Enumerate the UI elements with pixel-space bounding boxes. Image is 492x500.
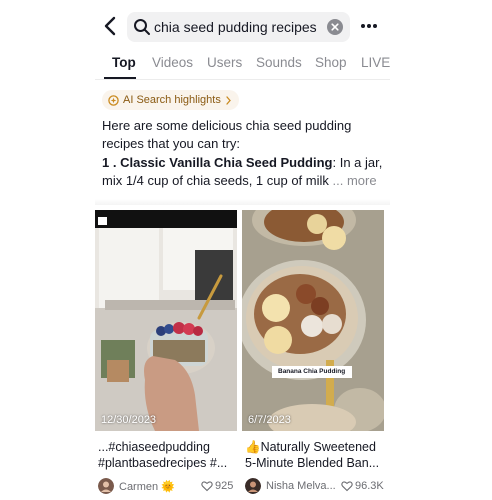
search-tabs: Top Videos Users Sounds Shop LIVE bbox=[0, 50, 492, 80]
caption-line: ...#chiaseedpudding bbox=[98, 440, 210, 454]
author-name[interactable]: Carmen 🌞 bbox=[119, 480, 175, 493]
like-count: 925 bbox=[215, 480, 234, 492]
caption-text: Naturally Sweetened bbox=[260, 440, 376, 454]
like-count: 96.3K bbox=[355, 480, 384, 492]
tab-top[interactable]: Top bbox=[112, 55, 136, 70]
avatar[interactable] bbox=[245, 478, 261, 494]
chevron-right-icon bbox=[226, 95, 231, 105]
close-icon bbox=[331, 23, 339, 31]
sun-emoji: 🌞 bbox=[161, 481, 175, 493]
author-name[interactable]: Nisha Melva... bbox=[266, 480, 336, 492]
author-row[interactable]: Nisha Melva... 96.3K bbox=[245, 478, 385, 496]
tab-live[interactable]: LIVE bbox=[361, 55, 390, 70]
tab-videos[interactable]: Videos bbox=[152, 55, 193, 70]
post-date: 12/30/2023 bbox=[101, 414, 157, 426]
back-button[interactable] bbox=[100, 14, 122, 38]
tab-users[interactable]: Users bbox=[207, 55, 242, 70]
search-header: chia seed pudding recipes bbox=[0, 0, 492, 50]
clear-search-button[interactable] bbox=[327, 19, 343, 35]
see-more-link[interactable]: ... more bbox=[333, 173, 377, 188]
tabs-divider bbox=[95, 79, 390, 80]
list-item-title: Classic Vanilla Chia Seed Pudding bbox=[120, 155, 333, 170]
more-horizontal-icon bbox=[361, 24, 377, 28]
ai-badge-label: AI Search highlights bbox=[123, 94, 221, 106]
caption-line: #plantbasedrecipes #... bbox=[98, 456, 228, 470]
chevron-left-icon bbox=[104, 16, 116, 36]
post-date: 6/7/2023 bbox=[248, 414, 291, 426]
avatar[interactable] bbox=[98, 478, 114, 494]
thumbs-up-emoji: 👍 bbox=[245, 440, 261, 454]
ai-recipe-list: 1 . Classic Vanilla Chia Seed Pudding: I… bbox=[102, 154, 387, 190]
caption-line: 5-Minute Blended Ban... bbox=[245, 456, 380, 470]
search-query[interactable]: chia seed pudding recipes bbox=[154, 19, 317, 35]
section-divider bbox=[95, 199, 390, 205]
ai-search-highlights-badge[interactable]: AI Search highlights bbox=[102, 90, 239, 110]
tab-sounds[interactable]: Sounds bbox=[256, 55, 302, 70]
video-caption: ...#chiaseedpudding #plantbasedrecipes #… bbox=[98, 439, 238, 471]
author-name-text: Carmen bbox=[119, 481, 159, 493]
list-item: 1 . Classic Vanilla Chia Seed Pudding: I… bbox=[102, 154, 387, 190]
ai-intro-text: Here are some delicious chia seed puddin… bbox=[102, 118, 352, 151]
heart-icon bbox=[341, 481, 353, 492]
video-card[interactable]: 12/30/2023 ...#chiaseedpudding #plantbas… bbox=[95, 210, 237, 500]
video-card[interactable]: Banana Chia Pudding 6/7/2023 👍Naturally … bbox=[242, 210, 384, 500]
heart-icon bbox=[201, 481, 213, 492]
video-caption: 👍Naturally Sweetened 5-Minute Blended Ba… bbox=[245, 439, 385, 471]
search-input[interactable]: chia seed pudding recipes bbox=[127, 12, 350, 42]
video-thumbnail[interactable]: Banana Chia Pudding 6/7/2023 bbox=[242, 210, 384, 431]
video-thumbnail[interactable]: 12/30/2023 bbox=[95, 210, 237, 431]
search-icon bbox=[134, 19, 150, 35]
author-row[interactable]: Carmen 🌞 925 bbox=[98, 478, 238, 496]
sparkle-icon bbox=[108, 94, 119, 106]
more-options-button[interactable] bbox=[358, 14, 380, 38]
video-overlay-text: Banana Chia Pudding bbox=[278, 368, 346, 375]
tab-shop[interactable]: Shop bbox=[315, 55, 347, 70]
caption-line: 👍Naturally Sweetened bbox=[245, 439, 385, 455]
list-item-number: 1 . bbox=[102, 155, 117, 170]
